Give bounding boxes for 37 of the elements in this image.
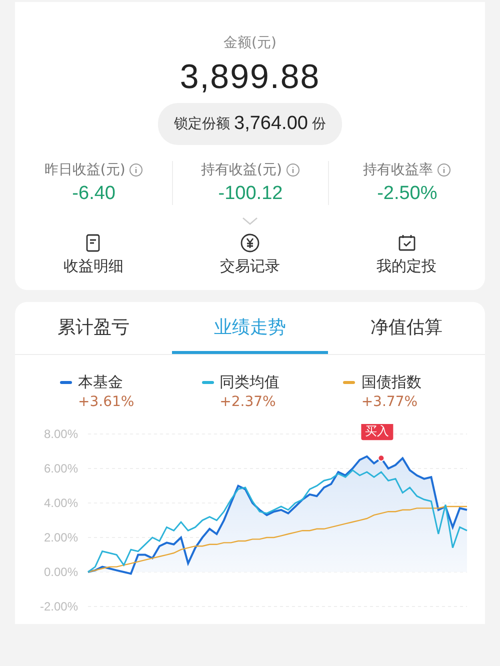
stat-value: -100.12 — [218, 183, 283, 205]
axis-label: 0.00% — [44, 565, 78, 579]
legend-label: 同类均值 — [220, 373, 280, 392]
axis-label: 2.00% — [44, 530, 78, 544]
legend-change: +2.37% — [220, 394, 277, 410]
yuan-icon — [240, 233, 260, 253]
marker-dot — [378, 454, 385, 462]
info-icon[interactable] — [286, 163, 300, 177]
chevron-down-icon[interactable] — [242, 217, 258, 225]
legend-label: 本基金 — [78, 373, 123, 392]
locked-value: 3,764.00 — [234, 113, 308, 135]
axis-label: 8.00% — [44, 427, 78, 441]
amount-label: 金额(元) — [224, 34, 276, 52]
stat-value: -2.50% — [377, 183, 438, 205]
info-icon[interactable] — [437, 163, 452, 177]
tab[interactable]: 净值估算 — [328, 302, 485, 354]
axis-label: -2.00% — [40, 600, 78, 614]
calendar-icon — [396, 233, 417, 253]
stat-label: 持有收益率 — [363, 161, 434, 179]
legend-change: +3.61% — [78, 394, 136, 410]
legend-label: 国债指数 — [361, 373, 422, 392]
legend-change: +3.77% — [361, 394, 419, 410]
buy-tag: 买入 — [361, 424, 394, 440]
locked-label: 锁定份额 — [174, 115, 230, 133]
stat-label: 昨日收益(元) — [44, 161, 126, 179]
stat-value: -6.40 — [72, 183, 116, 205]
shortcut-button[interactable]: 收益明细 — [63, 233, 124, 276]
shortcut-button[interactable]: 交易记录 — [220, 233, 280, 276]
amount-value: 3,899.88 — [180, 58, 320, 97]
tab[interactable]: 累计盈亏 — [15, 302, 172, 354]
axis-label: 6.00% — [44, 462, 78, 476]
locked-unit: 份 — [312, 115, 326, 133]
info-icon[interactable] — [129, 163, 144, 177]
shortcut-button[interactable]: 我的定投 — [376, 233, 437, 276]
annotation: 买入 — [365, 424, 390, 438]
axis-label: 4.00% — [44, 496, 78, 510]
stat-label: 持有收益(元) — [201, 161, 282, 179]
